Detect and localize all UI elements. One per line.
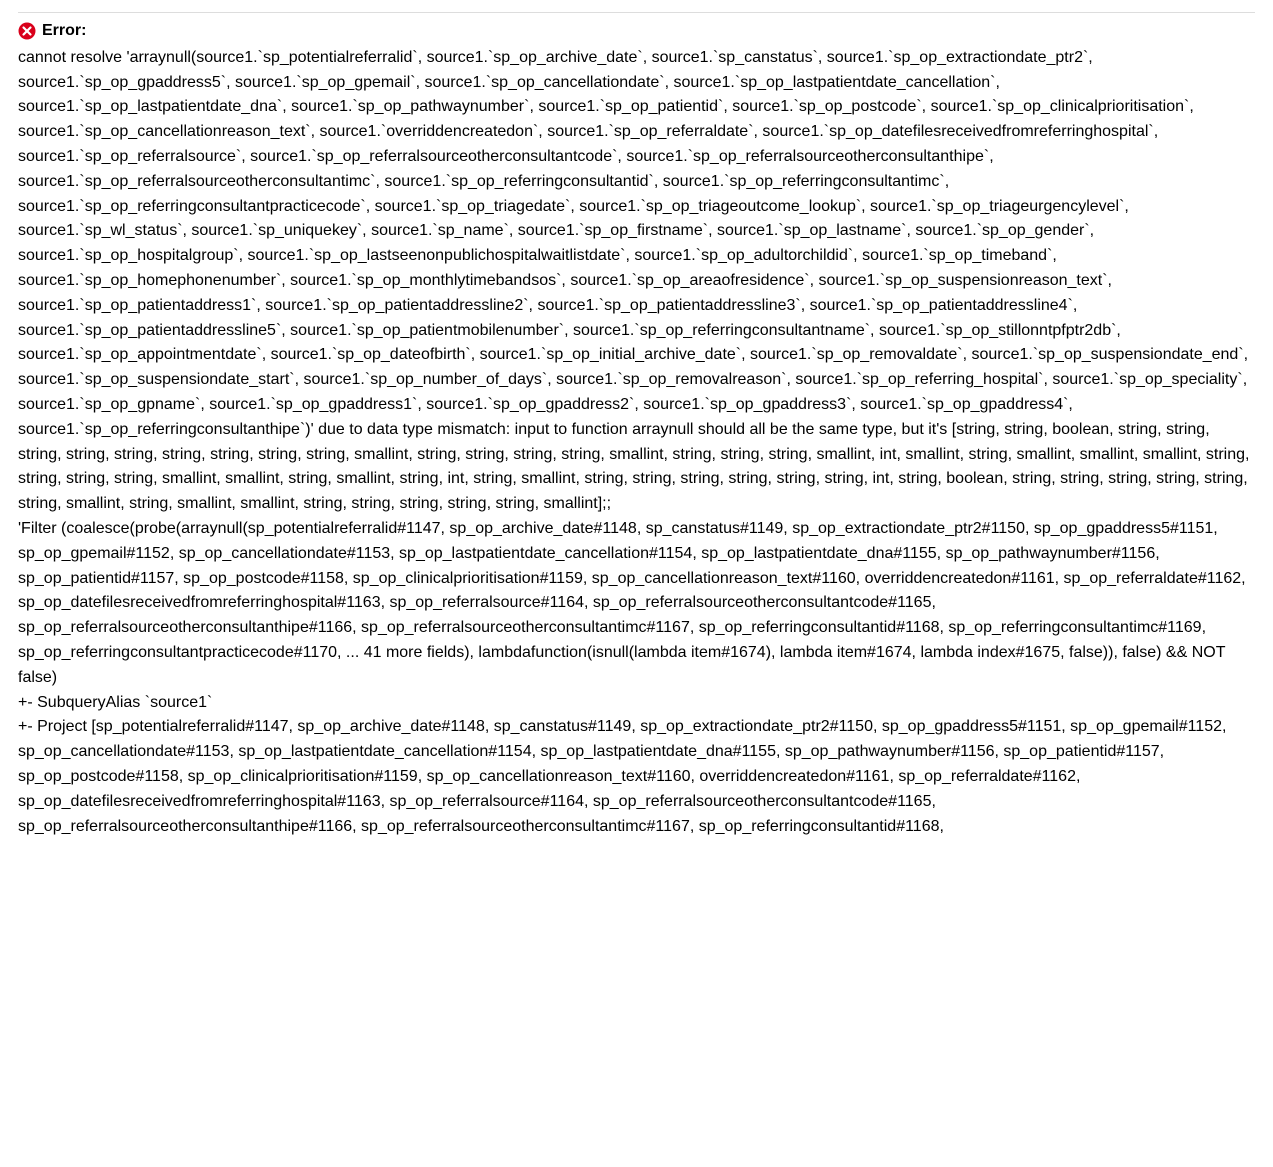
error-header: Error: [18, 19, 1255, 44]
error-body: cannot resolve 'arraynull(source1.`sp_po… [18, 46, 1255, 840]
error-icon [18, 22, 36, 40]
error-label: Error: [42, 19, 86, 44]
top-divider [18, 12, 1255, 13]
